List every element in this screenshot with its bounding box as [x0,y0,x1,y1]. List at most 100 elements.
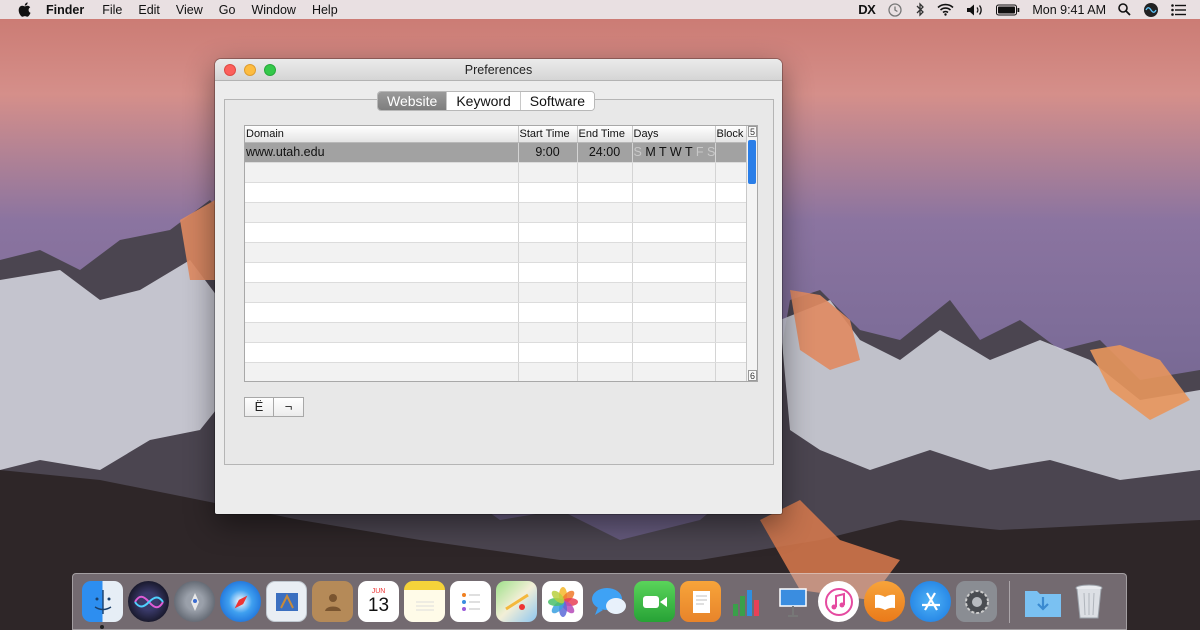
empty-table-row[interactable] [245,242,749,263]
menu-app-name[interactable]: Finder [46,3,84,17]
volume-icon[interactable] [966,2,984,18]
empty-cell[interactable] [577,342,633,363]
empty-cell[interactable] [245,222,519,243]
empty-table-row[interactable] [245,362,749,381]
battery-icon[interactable] [996,2,1020,18]
notes-icon[interactable] [404,581,445,622]
maps-icon[interactable] [496,581,537,622]
domain-cell[interactable]: www.utah.edu [245,142,519,163]
scroll-down-button[interactable]: 6 [748,370,757,381]
empty-cell[interactable] [715,322,749,343]
empty-cell[interactable] [245,162,519,183]
contacts-icon[interactable] [312,581,353,622]
day-toggle-saturday[interactable]: S [707,145,714,159]
tab-keyword[interactable]: Keyword [446,92,520,110]
column-header-domain[interactable]: Domain [245,126,519,143]
empty-cell[interactable] [632,282,716,303]
empty-table-row[interactable] [245,342,749,363]
empty-cell[interactable] [245,202,519,223]
dx-status-icon[interactable]: DX [858,2,876,18]
empty-cell[interactable] [715,182,749,203]
day-toggle-friday[interactable]: F [696,145,704,159]
launchpad-icon[interactable] [174,581,215,622]
empty-cell[interactable] [518,182,578,203]
empty-table-row[interactable] [245,222,749,243]
empty-table-row[interactable] [245,202,749,223]
empty-cell[interactable] [245,182,519,203]
days-cell[interactable]: S M T W T F S [632,142,716,163]
empty-cell[interactable] [577,202,633,223]
empty-cell[interactable] [245,262,519,283]
end-time-cell[interactable]: 24:00 [577,142,633,163]
empty-cell[interactable] [715,222,749,243]
empty-table-row[interactable] [245,302,749,323]
column-header-start-time[interactable]: Start Time [518,126,578,143]
scroll-thumb[interactable] [748,140,756,184]
empty-cell[interactable] [715,342,749,363]
tab-website[interactable]: Website [378,92,447,110]
empty-cell[interactable] [577,302,633,323]
column-header-days[interactable]: Days [632,126,716,143]
day-toggle-sunday[interactable]: S [634,145,642,159]
menu-window[interactable]: Window [251,3,295,17]
reminders-icon[interactable] [450,581,491,622]
app-store-icon[interactable] [910,581,951,622]
empty-cell[interactable] [632,162,716,183]
downloads-folder-icon[interactable] [1022,581,1063,622]
empty-cell[interactable] [518,342,578,363]
empty-cell[interactable] [577,322,633,343]
keynote-icon[interactable] [772,581,813,622]
empty-table-row[interactable] [245,262,749,283]
trash-icon[interactable] [1068,581,1109,622]
zoom-window-button[interactable] [264,64,276,76]
empty-cell[interactable] [632,242,716,263]
menu-edit[interactable]: Edit [138,3,160,17]
close-window-button[interactable] [224,64,236,76]
empty-cell[interactable] [245,342,519,363]
day-toggle-monday[interactable]: M [645,145,655,159]
empty-cell[interactable] [577,242,633,263]
empty-cell[interactable] [632,322,716,343]
empty-cell[interactable] [245,322,519,343]
itunes-icon[interactable] [818,581,859,622]
minimize-window-button[interactable] [244,64,256,76]
empty-cell[interactable] [245,362,519,381]
empty-cell[interactable] [715,282,749,303]
empty-cell[interactable] [715,362,749,381]
day-toggle-wednesday[interactable]: W [670,145,682,159]
menu-help[interactable]: Help [312,3,338,17]
empty-cell[interactable] [245,282,519,303]
table-row[interactable]: www.utah.edu 9:00 24:00 S M T W T F S [245,142,749,163]
empty-cell[interactable] [518,302,578,323]
messages-icon[interactable] [588,581,629,622]
empty-cell[interactable] [632,302,716,323]
menu-file[interactable]: File [102,3,122,17]
apple-menu-icon[interactable] [16,2,32,18]
siri-menu-icon[interactable] [1143,2,1159,18]
wifi-icon[interactable] [937,2,954,18]
empty-cell[interactable] [245,242,519,263]
empty-cell[interactable] [632,262,716,283]
notification-center-icon[interactable] [1171,2,1186,18]
empty-cell[interactable] [715,302,749,323]
remove-row-button[interactable]: ¬ [274,397,304,417]
empty-cell[interactable] [632,182,716,203]
menu-view[interactable]: View [176,3,203,17]
empty-cell[interactable] [518,222,578,243]
finder-icon[interactable] [82,581,123,629]
block-cell[interactable] [715,142,749,163]
start-time-cell[interactable]: 9:00 [518,142,578,163]
photos-icon[interactable] [542,581,583,622]
spotlight-search-icon[interactable] [1118,2,1131,18]
facetime-icon[interactable] [634,581,675,622]
empty-cell[interactable] [577,282,633,303]
calendar-icon[interactable]: JUN 13 [358,581,399,622]
empty-cell[interactable] [577,262,633,283]
empty-cell[interactable] [518,362,578,381]
tab-software[interactable]: Software [519,92,595,110]
day-toggle-thursday[interactable]: T [685,145,692,159]
empty-cell[interactable] [715,262,749,283]
empty-cell[interactable] [577,362,633,381]
empty-table-row[interactable] [245,322,749,343]
empty-cell[interactable] [715,202,749,223]
